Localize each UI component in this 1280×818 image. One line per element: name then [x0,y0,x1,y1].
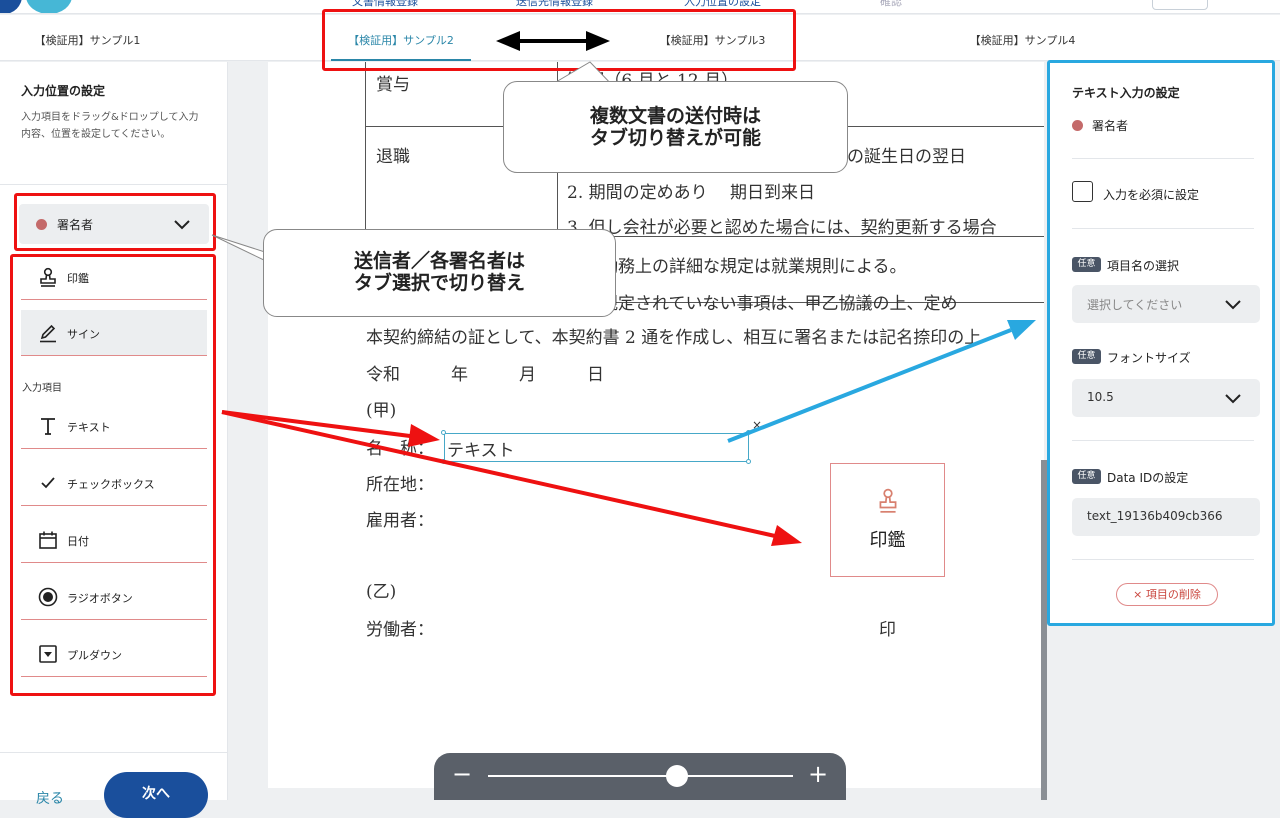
blue-arrow-line [727,328,1012,443]
arrow-head [408,424,440,447]
red-arrow-line [221,410,776,538]
arrow-head [1007,320,1036,340]
arrow-head [586,31,610,51]
callout-tab-switch: 複数文書の送付時は タブ切り替えが可能 [503,81,848,173]
arrow-head [496,31,520,51]
callout-signer-switch: 送信者／各署名者は タブ選択で切り替え [263,229,616,317]
arrow-head [771,525,802,546]
